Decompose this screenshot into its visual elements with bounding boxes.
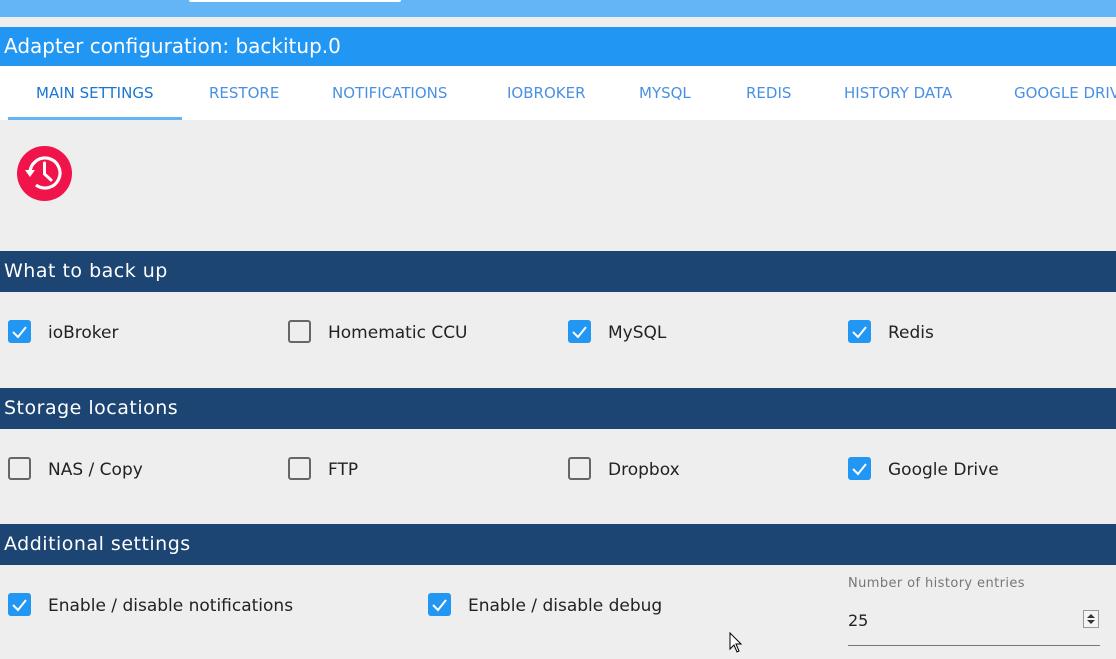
checkbox-label: Redis — [888, 323, 934, 343]
tab-notifications[interactable]: NOTIFICATIONS — [332, 66, 447, 120]
tab-main-settings[interactable]: MAIN SETTINGS — [36, 66, 153, 120]
backup-restore-clock-icon — [17, 146, 72, 201]
checkbox-checked[interactable] — [848, 456, 871, 480]
checkbox-enable-notifications[interactable]: Enable / disable notifications — [8, 592, 293, 616]
checkbox-unchecked[interactable] — [288, 319, 311, 343]
tab-restore[interactable]: RESTORE — [209, 66, 279, 120]
checkbox-unchecked[interactable] — [568, 456, 591, 480]
checkbox-ftp[interactable]: FTP — [288, 456, 358, 480]
checkbox-google-drive[interactable]: Google Drive — [848, 456, 999, 480]
checkbox-unchecked[interactable] — [288, 456, 311, 480]
checkbox-checked[interactable] — [8, 592, 31, 616]
dialog-title: Adapter configuration: backitup.0 — [0, 27, 1116, 66]
checkbox-label: MySQL — [608, 323, 667, 343]
search-input[interactable] — [189, 0, 401, 2]
checkbox-redis[interactable]: Redis — [848, 319, 934, 343]
tab-bar: MAIN SETTINGS RESTORE NOTIFICATIONS IOBR… — [0, 66, 1116, 120]
history-entries-input[interactable]: 25 — [848, 611, 868, 630]
section-additional-settings: Additional settings — [0, 524, 1116, 565]
section-storage-locations: Storage locations — [0, 388, 1116, 429]
checkbox-homematic-ccu[interactable]: Homematic CCU — [288, 319, 468, 343]
checkbox-unchecked[interactable] — [8, 456, 31, 480]
checkbox-enable-debug[interactable]: Enable / disable debug — [428, 592, 662, 616]
checkbox-checked[interactable] — [8, 319, 31, 343]
number-stepper-icon[interactable] — [1083, 610, 1099, 628]
section-what-to-back-up: What to back up — [0, 251, 1116, 292]
checkbox-checked[interactable] — [428, 592, 451, 616]
checkbox-checked[interactable] — [568, 319, 591, 343]
checkbox-label: FTP — [328, 460, 359, 480]
tab-google-drive[interactable]: GOOGLE DRIVE — [1014, 66, 1116, 120]
top-app-bar — [0, 0, 1116, 17]
active-tab-indicator — [8, 117, 182, 120]
checkbox-label: Google Drive — [888, 460, 999, 480]
history-entries-label: Number of history entries — [848, 576, 1025, 591]
checkbox-label: Enable / disable notifications — [48, 596, 294, 616]
checkbox-label: Enable / disable debug — [468, 596, 663, 616]
checkbox-label: NAS / Copy — [48, 460, 143, 480]
checkbox-label: Homematic CCU — [328, 323, 468, 343]
tab-redis[interactable]: REDIS — [746, 66, 791, 120]
checkbox-checked[interactable] — [848, 319, 871, 343]
checkbox-iobroker[interactable]: ioBroker — [8, 319, 119, 343]
checkbox-dropbox[interactable]: Dropbox — [568, 456, 680, 480]
field-underline — [848, 645, 1100, 646]
tab-mysql[interactable]: MYSQL — [639, 66, 691, 120]
checkbox-label: ioBroker — [48, 323, 119, 343]
checkbox-nas-copy[interactable]: NAS / Copy — [8, 456, 143, 480]
tab-history-data[interactable]: HISTORY DATA — [844, 66, 952, 120]
checkbox-label: Dropbox — [608, 460, 680, 480]
mouse-pointer-icon — [729, 632, 743, 653]
tab-iobroker[interactable]: IOBROKER — [507, 66, 586, 120]
checkbox-mysql[interactable]: MySQL — [568, 319, 666, 343]
history-entries-field: Number of history entries 25 — [848, 576, 1100, 647]
